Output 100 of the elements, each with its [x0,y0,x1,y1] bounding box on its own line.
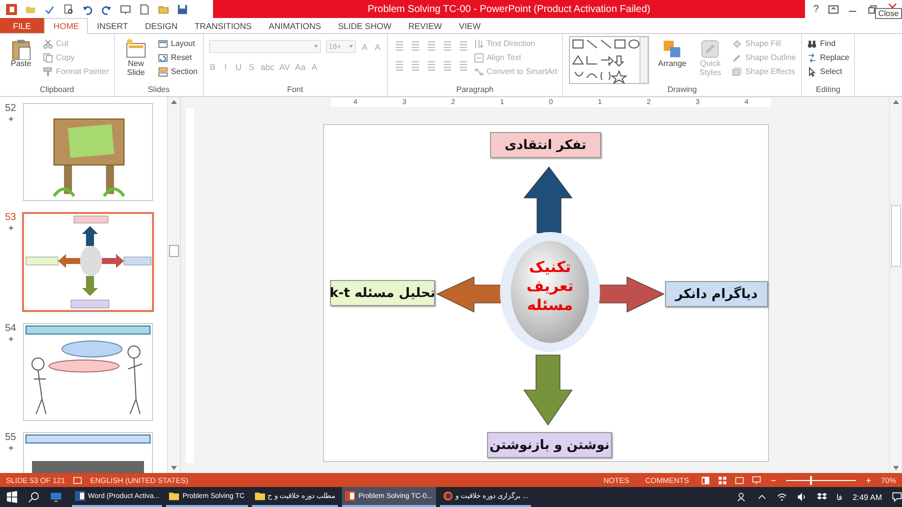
smartart-icon [474,66,484,76]
slide-number: 52 [4,103,16,114]
group-label: Drawing [666,85,698,96]
shape-effects-icon [732,66,742,76]
scroll-thumb[interactable] [169,245,179,257]
label-box: تحلیل مسئله k-t [330,280,435,306]
search-icon[interactable] [28,491,40,503]
reading-view-icon[interactable] [734,476,744,484]
restore-icon[interactable] [866,4,878,14]
input-language[interactable]: فا [836,492,843,502]
ribbon-tab[interactable]: INSERT [88,18,136,33]
scroll-up-icon[interactable] [170,99,178,105]
slideshow-icon[interactable] [752,476,761,484]
animation-star-icon [8,336,14,342]
open-folder-icon[interactable] [158,4,169,14]
label-box: تفکر انتقادی [490,132,601,158]
slideshow-icon[interactable] [120,4,131,14]
shape-fill-icon [732,38,742,48]
people-icon[interactable] [736,492,747,502]
thumbnail-scrollbar[interactable] [167,97,180,473]
ribbon-tab[interactable]: REVIEW [400,18,450,33]
dropbox-icon[interactable] [816,492,827,502]
scroll-up-icon[interactable] [892,99,900,105]
close-tooltip: Close [875,8,902,19]
powerpoint-logo-icon[interactable] [6,4,17,14]
ribbon-tab[interactable]: ANIMATIONS [260,18,330,33]
animation-star-icon [8,225,14,231]
notification-icon[interactable] [892,492,902,502]
redo-icon[interactable] [101,4,112,14]
wifi-icon[interactable] [776,492,787,502]
zoom-in-icon[interactable] [864,476,873,484]
help-button[interactable]: ? [813,4,819,14]
binoculars-icon [806,38,817,48]
copy-icon [43,52,53,62]
shapes-gallery[interactable] [568,36,650,84]
slide-sorter-icon[interactable] [718,476,727,484]
quick-styles-icon [699,38,722,60]
clock[interactable]: 2:49 AM [852,492,882,502]
group-label: Slides [146,85,171,96]
window-title: Problem Solving TC-00 - PowerPoint (Product Activation Failed) [368,4,650,14]
ribbon-tab[interactable]: SLIDE SHOW [330,18,400,33]
ribbon-large-button[interactable]: Arrange [656,36,688,69]
ribbon-button[interactable]: Find [806,38,850,49]
section-icon [158,66,168,76]
label-box: دیاگرام دانکر [665,281,768,307]
save-icon[interactable] [177,4,188,14]
ribbon-tab[interactable]: VIEW [450,18,490,33]
slide-number: 54 [4,323,16,334]
monitor-icon[interactable] [50,491,62,503]
block-arrow [523,166,573,234]
ribbon-large-button[interactable]: New Slide [120,36,152,78]
ribbon-button[interactable]: Select [806,66,850,77]
center-title: تکنیک تعریف مسئله [526,258,574,314]
normal-view-icon[interactable] [700,476,710,484]
block-arrow [523,354,573,426]
start-icon[interactable] [6,491,18,503]
scroll-down-icon[interactable] [892,465,900,471]
new-slide-icon [124,38,147,60]
ribbon-tab[interactable]: FILE [0,18,44,33]
cursor-icon [806,66,817,76]
scroll-thumb[interactable] [891,205,901,267]
ribbon-large-button[interactable]: Paste [5,36,37,69]
ribbon-button[interactable]: Section [158,66,198,77]
group-label: Font [286,85,304,96]
new-document-icon[interactable] [139,4,150,14]
align-text-icon [474,52,484,62]
ribbon-button[interactable]: Layout [158,38,198,49]
animation-star-icon [8,116,14,122]
arrange-icon [661,38,684,60]
ribbon-button[interactable]: Replace [806,52,850,63]
editor-scrollbar[interactable] [889,97,902,473]
ribbon-tab[interactable]: DESIGN [136,18,186,33]
spelling-icon[interactable] [44,4,55,14]
spelling-icon[interactable] [73,476,82,484]
ribbon-tab[interactable]: HOME [44,18,88,34]
volume-icon[interactable] [796,492,807,502]
ribbon-tab[interactable]: TRANSITIONS [186,18,260,33]
presentation-app-icon [345,491,356,501]
undo-icon[interactable] [82,4,93,14]
slide-number: 55 [4,432,16,443]
print-preview-icon[interactable] [63,4,74,14]
layout-icon [158,38,168,48]
brush-icon [43,66,53,76]
scissors-icon [43,38,53,48]
label-box: نوشتن و بازنوشتن [487,432,612,458]
replace-icon [806,52,817,62]
clipboard-icon [10,38,32,60]
scroll-down-icon[interactable] [170,465,178,471]
reset-icon [158,52,168,62]
document-app-icon [75,491,85,501]
ribbon-display-icon[interactable] [828,4,839,14]
ribbon-button[interactable]: Reset [158,52,198,63]
browser-icon [442,491,453,501]
slide-number: 53 [4,212,16,223]
group-label: Clipboard [38,85,76,96]
group-label: Editing [814,85,842,96]
zoom-thumb[interactable] [810,476,812,484]
animation-star-icon [8,445,14,451]
text-direction-icon [474,38,484,48]
group-label: Paragraph [455,85,495,96]
